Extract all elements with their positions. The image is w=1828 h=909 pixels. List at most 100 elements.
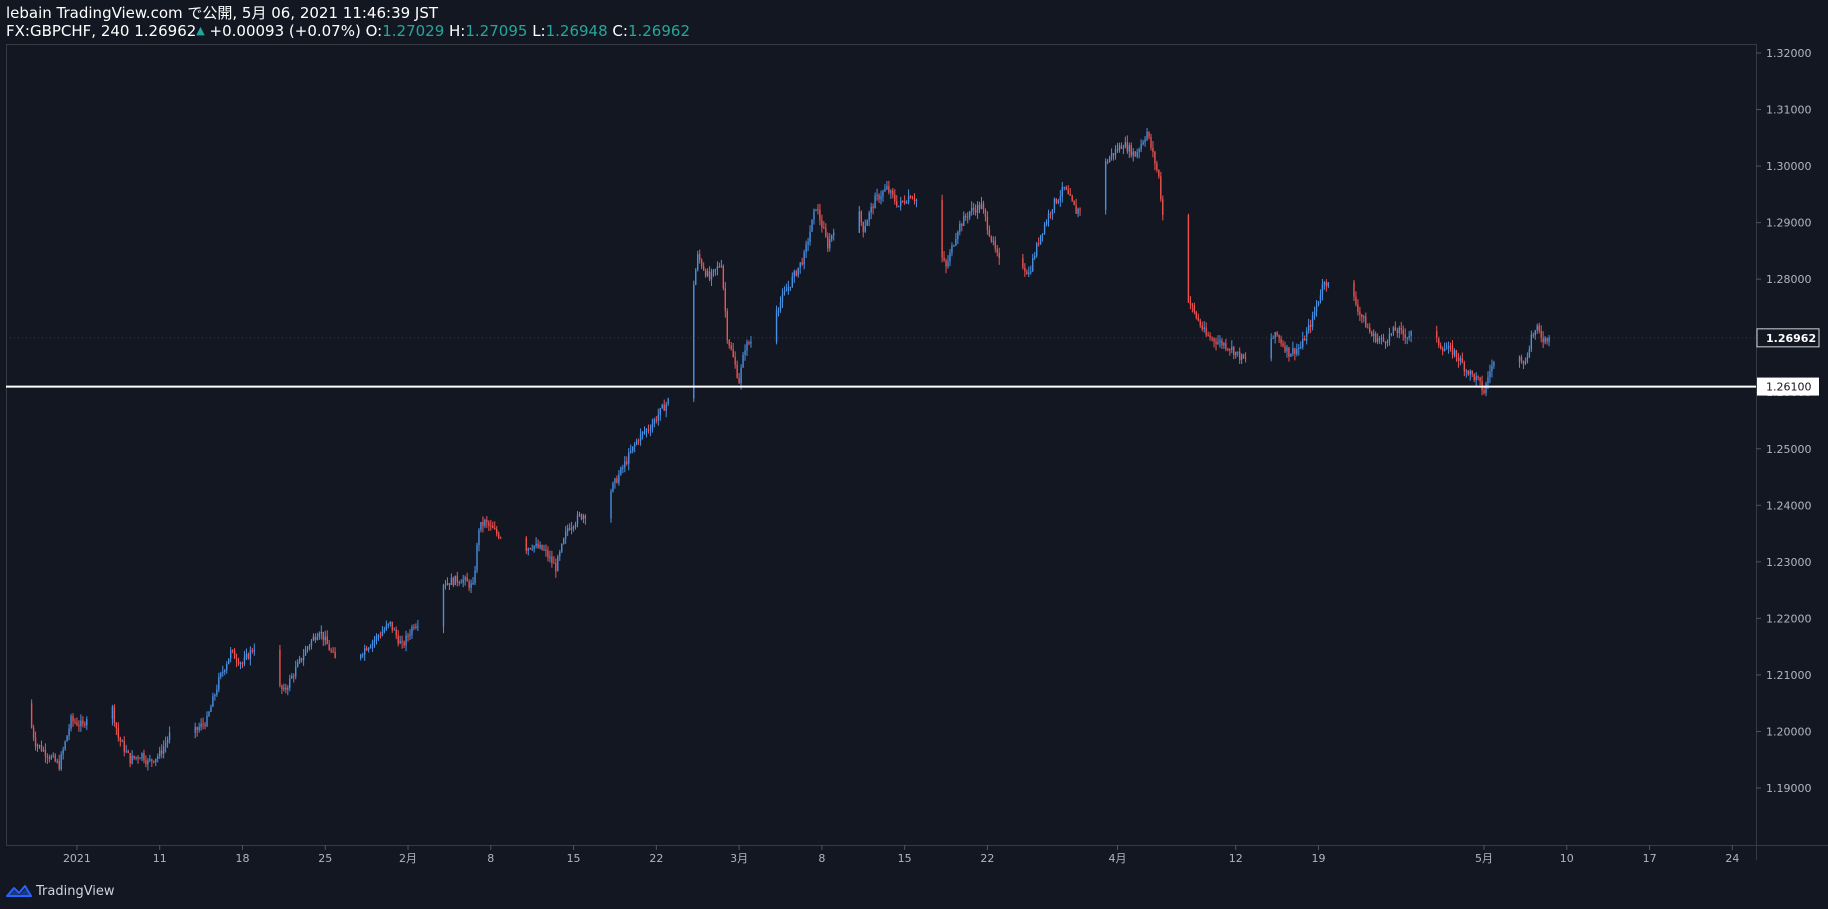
- candle-body: [160, 750, 163, 754]
- candle-body: [159, 750, 161, 757]
- candle-body: [308, 645, 311, 647]
- candle-body: [60, 754, 62, 770]
- candle-body: [324, 636, 326, 641]
- candle-body: [811, 219, 813, 232]
- candle-body: [497, 533, 500, 538]
- candle-body: [298, 658, 301, 663]
- candle-body: [915, 199, 918, 201]
- price-chart[interactable]: 1.320001.310001.300001.290001.280001.270…: [0, 0, 1828, 880]
- candle-body: [470, 583, 472, 588]
- candle-body: [876, 194, 878, 196]
- candle-body: [578, 514, 581, 516]
- candle-body: [1319, 295, 1322, 302]
- candle-body: [781, 294, 784, 302]
- candle-body: [218, 676, 220, 690]
- candle-body: [492, 525, 494, 529]
- candle-body: [706, 271, 709, 276]
- candle-body: [1158, 169, 1160, 177]
- candle-body: [1483, 390, 1485, 394]
- candle-body: [870, 206, 872, 213]
- candle-body: [1355, 296, 1357, 305]
- candle-body: [1309, 324, 1312, 327]
- candle-body: [976, 204, 979, 213]
- candle-body: [833, 232, 835, 236]
- candle-body: [1528, 349, 1531, 358]
- candle-body: [535, 543, 537, 546]
- candle-body: [86, 718, 88, 726]
- candle-body: [750, 342, 752, 344]
- y-tick-label: 1.21000: [1766, 669, 1812, 682]
- candle-body: [208, 711, 210, 716]
- candle-body: [496, 529, 498, 534]
- candle-body: [145, 760, 147, 765]
- candle-body: [115, 722, 118, 729]
- candle-body: [1325, 282, 1328, 287]
- candle-body: [1374, 333, 1377, 342]
- candle-body: [1292, 348, 1294, 354]
- chart-page: lebain TradingView.com で公開, 5月 06, 2021 …: [0, 0, 1828, 909]
- candle-body: [1302, 338, 1304, 347]
- candle-body: [371, 641, 374, 647]
- candle-body: [84, 723, 86, 726]
- candle-body: [1229, 349, 1231, 351]
- candle-body: [821, 220, 823, 228]
- candle-body: [982, 203, 985, 210]
- candle-body: [228, 658, 230, 664]
- candle-body: [253, 649, 256, 652]
- candle-body: [1142, 142, 1144, 145]
- candle-body: [141, 752, 143, 759]
- candle-body: [1154, 151, 1156, 164]
- candle-body: [1491, 365, 1493, 371]
- candle-body: [697, 254, 699, 270]
- candle-body: [655, 419, 658, 421]
- candle-body: [1272, 338, 1274, 340]
- candle-body: [462, 579, 464, 583]
- candle-body: [300, 658, 303, 661]
- candle-body: [1195, 311, 1198, 318]
- candle-body: [663, 404, 665, 411]
- candle-body: [446, 583, 449, 585]
- candle-body: [472, 583, 474, 585]
- candle-body: [1378, 338, 1381, 340]
- candle-body: [1296, 349, 1298, 354]
- candle-body: [466, 577, 468, 582]
- candle-body: [736, 364, 738, 378]
- candle-body: [651, 424, 654, 430]
- candle-body: [50, 756, 53, 759]
- candle-body: [913, 199, 916, 201]
- candle-body: [291, 675, 293, 679]
- candle-body: [1284, 345, 1286, 352]
- candle-body: [237, 661, 240, 665]
- candle-body: [543, 549, 545, 551]
- candle-body: [153, 761, 155, 763]
- candle-body: [367, 647, 370, 651]
- candle-body: [194, 727, 196, 733]
- candle-body: [413, 626, 415, 628]
- footer-branding[interactable]: TradingView: [6, 880, 115, 902]
- x-tick-label: 19: [1312, 852, 1326, 865]
- candle-body: [714, 269, 717, 271]
- candle-body: [665, 403, 667, 411]
- candle-body: [123, 741, 125, 752]
- candle-body: [965, 215, 967, 218]
- candle-body: [631, 446, 634, 451]
- candle-body: [121, 741, 123, 743]
- x-tick-label: 17: [1643, 852, 1657, 865]
- candle-body: [547, 550, 549, 558]
- candle-body: [945, 260, 947, 267]
- x-tick-label: 12: [1229, 852, 1243, 865]
- candle-body: [1408, 335, 1410, 338]
- tradingview-brand: TradingView: [36, 883, 115, 899]
- candle-body: [1300, 346, 1302, 348]
- candle-body: [407, 635, 409, 637]
- candle-body: [1304, 338, 1306, 341]
- candle-body: [1463, 362, 1466, 372]
- candle-body: [1436, 331, 1438, 338]
- candle-body: [1465, 370, 1467, 372]
- candle-body: [164, 743, 167, 747]
- candle-body: [235, 658, 238, 662]
- candle-body: [330, 650, 332, 652]
- candle-body: [667, 398, 669, 404]
- candle-body: [1439, 345, 1442, 349]
- candle-body: [222, 671, 224, 673]
